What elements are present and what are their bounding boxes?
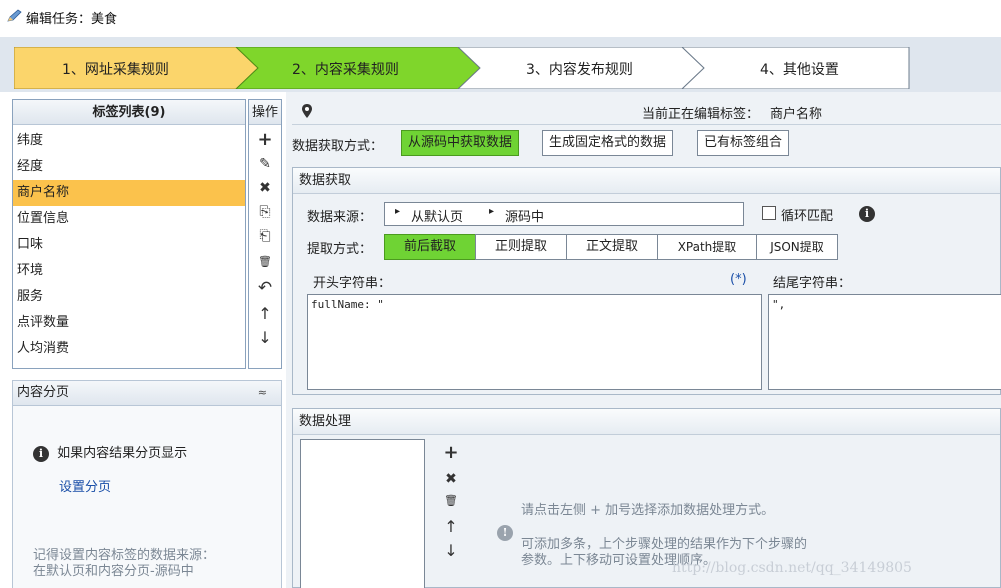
tag-list-item[interactable]: 经度 (13, 154, 245, 180)
data-fetch-title: 数据获取 (293, 168, 1000, 194)
hint-icon: ! (497, 525, 513, 541)
tag-list-item[interactable]: 环境 (13, 258, 245, 284)
tag-list-item[interactable]: 纬度 (13, 128, 245, 154)
pencil-icon (7, 9, 22, 22)
tag-list-item[interactable]: 位置信息 (13, 206, 245, 232)
paste-icon[interactable]: ⎗ (255, 226, 275, 246)
extract-regex[interactable]: 正则提取 (475, 234, 567, 260)
loop-match-checkbox[interactable] (762, 206, 776, 220)
breadcrumb-arrow-icon: ▸ (395, 206, 401, 217)
data-fetch-section: 数据获取 数据来源： ▸ 从默认页 ▸ 源码中 循环匹配 i 提取方式： 前后截… (292, 167, 1001, 395)
method-label: 数据获取方式： (292, 139, 384, 154)
tag-list-item[interactable]: 服务 (13, 284, 245, 310)
step-3-label[interactable]: 3、内容发布规则 (526, 59, 633, 79)
extract-body[interactable]: 正文提取 (566, 234, 658, 260)
ops-toolbar: 操作 + ✎ ✖ ⎘ ⎗ 🗑 ↶ ↑ ↓ (248, 99, 282, 369)
info-icon[interactable]: i (859, 206, 875, 222)
watermark: http://blog.csdn.net/qq_34149805 (672, 560, 912, 576)
plus-icon[interactable]: + (441, 443, 461, 463)
pagination-title: 内容分页 (17, 385, 70, 400)
move-up-icon[interactable]: ↑ (255, 304, 275, 324)
tag-list: 标签列表(9) 纬度 经度 商户名称 位置信息 口味 环境 服务 点评数量 人均… (12, 99, 246, 369)
trash-icon[interactable]: 🗑 (255, 252, 275, 272)
source-part-2[interactable]: 源码中 (505, 206, 544, 225)
set-pagination-link[interactable]: 设置分页 (59, 476, 111, 495)
delete-x-icon[interactable]: ✖ (255, 178, 275, 198)
source-field[interactable]: ▸ 从默认页 ▸ 源码中 (384, 202, 744, 226)
edit-header: 当前正在编辑标签： 商户名称 (292, 99, 1001, 125)
end-string-label: 结尾字符串： (773, 276, 852, 291)
method-fixed-format[interactable]: 生成固定格式的数据 (542, 130, 674, 156)
copy-icon[interactable]: ⎘ (255, 202, 275, 222)
current-tag-name: 商户名称 (770, 107, 823, 122)
undo-icon[interactable]: ↶ (255, 278, 275, 298)
method-tag-combine[interactable]: 已有标签组合 (697, 130, 790, 156)
step-4-label[interactable]: 4、其他设置 (760, 59, 839, 79)
extract-cut[interactable]: 前后截取 (384, 234, 476, 260)
info-icon: i (33, 446, 49, 462)
step-1-label[interactable]: 1、网址采集规则 (62, 59, 169, 79)
current-tag-prefix: 当前正在编辑标签： (642, 107, 760, 122)
move-down-icon[interactable]: ↓ (441, 541, 461, 561)
loop-match-label: 循环匹配 (781, 209, 834, 224)
location-pin-icon (302, 104, 312, 118)
wizard-steps: 1、网址采集规则 2、内容采集规则 3、内容发布规则 4、其他设置 (14, 47, 910, 89)
process-steps-list[interactable] (300, 439, 425, 588)
tag-list-item[interactable]: 口味 (13, 232, 245, 258)
data-process-title: 数据处理 (293, 409, 1000, 435)
plus-icon[interactable]: + (255, 130, 275, 150)
tag-list-header: 标签列表(9) (13, 100, 245, 125)
breadcrumb-arrow-icon: ▸ (489, 206, 495, 217)
source-part-1[interactable]: 从默认页 (411, 206, 463, 225)
start-string-label: 开头字符串： (313, 276, 392, 291)
window-title: 编辑任务：美食 (26, 12, 118, 27)
start-string-input[interactable]: fullName: " (307, 294, 762, 390)
pagination-info-text: 如果内容结果分页显示 (57, 446, 188, 461)
pencil-icon[interactable]: ✎ (255, 154, 275, 174)
source-label: 数据来源： (307, 210, 373, 225)
wildcard-button[interactable]: (*) (730, 272, 747, 287)
process-hint-1: 请点击左侧 + 加号选择添加数据处理方式。 (521, 503, 775, 518)
move-down-icon[interactable]: ↓ (255, 328, 275, 348)
end-string-input[interactable]: ", (768, 294, 1001, 390)
title-bar: 编辑任务：美食 (0, 0, 1001, 34)
tag-list-item[interactable]: 点评数量 (13, 310, 245, 336)
collapse-icon[interactable]: ≈ (258, 381, 267, 405)
tag-list-item-selected[interactable]: 商户名称 (13, 180, 245, 206)
extract-json[interactable]: JSON提取 (756, 234, 838, 260)
move-up-icon[interactable]: ↑ (441, 517, 461, 537)
extract-xpath[interactable]: XPath提取 (657, 234, 757, 260)
extract-label: 提取方式： (307, 242, 373, 257)
pagination-note-2: 在默认页和内容分页-源码中 (33, 564, 194, 579)
tag-list-item[interactable]: 人均消费 (13, 336, 245, 362)
method-from-source[interactable]: 从源码中获取数据 (401, 130, 520, 156)
ops-header: 操作 (249, 100, 281, 125)
pagination-header[interactable]: 内容分页 ≈ (12, 380, 282, 406)
pagination-info: i 如果内容结果分页显示 (33, 442, 187, 462)
pagination-body: i 如果内容结果分页显示 设置分页 记得设置内容标签的数据来源： 在默认页和内容… (12, 406, 282, 588)
step-2-label[interactable]: 2、内容采集规则 (292, 59, 399, 79)
trash-icon[interactable]: 🗑 (441, 491, 461, 511)
delete-x-icon[interactable]: ✖ (441, 469, 461, 489)
